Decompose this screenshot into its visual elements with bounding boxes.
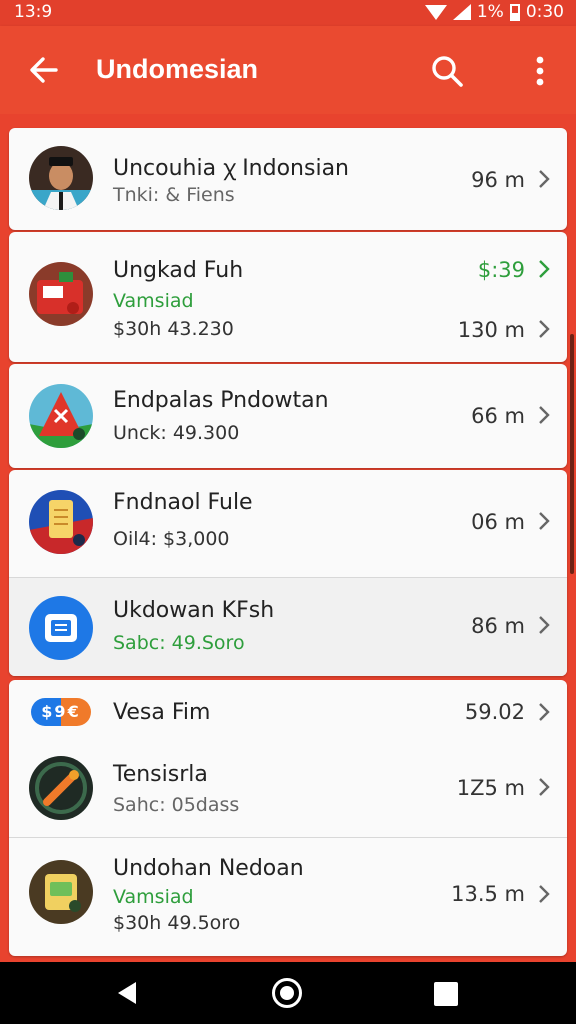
tool-icon [29,756,93,820]
item-value: 66 m [471,404,525,428]
app-icon [29,596,93,660]
more-vert-icon[interactable] [524,52,556,90]
app-bar: Undomesian [0,26,576,114]
chevron-right-icon [539,170,550,188]
house-icon [29,384,93,448]
wifi-icon [424,4,447,20]
item-value: 13.5 m [451,882,525,906]
item-title: Endpalas Pndowtan [113,388,329,413]
scrollbar[interactable] [570,334,574,574]
chevron-right-icon [539,406,550,424]
system-nav-bar [0,962,576,1024]
item-subtitle: Unck: 49.300 [113,422,240,444]
item-title: Vesa Fim [113,700,211,725]
item-price: $30h 43.230 [113,318,234,340]
item-value: 130 m [457,318,525,342]
item-value: 06 m [471,510,525,534]
item-title: Ukdowan KFsh [113,598,275,623]
wallet-icon [29,860,93,924]
item-list: Uncouhia ꭓ Indonsian Tnki: & Fiens 96 m … [0,114,576,962]
item-price: $30h 49.5oro [113,912,241,934]
chevron-right-icon [539,778,550,796]
chevron-right-icon [539,703,550,721]
chevron-right-icon [539,616,550,634]
item-value: 1Z5 m [456,776,525,800]
item-subtitle: Sabc: 49.Soro [113,632,245,654]
status-clock: 0:30 [525,2,564,22]
list-item[interactable]: Undohan Nedoan Vamsiad $30h 49.5oro 13.5… [9,838,567,956]
status-icons: 1% 0:30 [424,2,564,22]
list-item[interactable]: Tensisrla Sahc: 05dass 1Z5 m [9,740,567,838]
list-item[interactable]: Ungkad Fuh Vamsiad $30h 43.230 $:39 130 … [9,232,567,362]
list-item[interactable]: Endpalas Pndowtan Unck: 49.300 66 m [9,364,567,468]
list-item[interactable]: Ukdowan KFsh Sabc: 49.Soro 86 m [9,578,567,676]
chevron-right-icon [539,885,550,903]
card: Ungkad Fuh Vamsiad $30h 43.230 $:39 130 … [9,232,567,362]
list-item[interactable]: Uncouhia ꭓ Indonsian Tnki: & Fiens 96 m [9,128,567,230]
item-title: Undohan Nedoan [113,856,304,881]
item-value: 86 m [471,614,525,638]
status-time: 13:9 [14,2,53,22]
item-subtitle: Oil4: $3,000 [113,528,230,550]
status-bar: 13:9 1% 0:30 [0,0,576,26]
signal-icon [452,4,471,20]
item-subtitle: Tnki: & Fiens [113,184,235,206]
item-title: Tensisrla [113,762,208,787]
card: Uncouhia ꭓ Indonsian Tnki: & Fiens 96 m [9,128,567,230]
card: Fndnaol Fule Oil4: $3,000 06 m Ukdowan K… [9,470,567,676]
page-title: Undomesian [96,54,259,84]
item-title: Ungkad Fuh [113,258,244,283]
battery-icon [509,3,520,21]
nav-home-icon[interactable] [272,978,302,1008]
item-value: 96 m [471,168,525,192]
chevron-right-icon [539,320,550,338]
nav-back-icon[interactable] [114,980,140,1006]
nav-recents-icon[interactable] [434,982,458,1006]
item-top-value: $:39 [477,258,525,282]
mailbox-icon [29,262,93,326]
item-subtitle: Sahc: 05dass [113,794,240,816]
list-item[interactable]: $9€ Vesa Fim 59.02 [9,680,567,740]
item-title: Uncouhia ꭓ Indonsian [113,156,349,181]
item-subtitle: Vamsiad [113,290,194,312]
item-subtitle: Vamsiad [113,886,194,908]
currency-pill: $9€ [31,698,91,726]
chevron-right-icon [539,512,550,530]
back-arrow-icon[interactable] [24,50,64,90]
card: $9€ Vesa Fim 59.02 Tensisrla Sahc: 05das… [9,680,567,956]
search-icon[interactable] [428,52,466,90]
list-item[interactable]: Fndnaol Fule Oil4: $3,000 06 m [9,470,567,578]
chevron-right-icon [539,260,550,278]
card: Endpalas Pndowtan Unck: 49.300 66 m [9,364,567,468]
item-value: 59.02 [464,700,525,724]
item-title: Fndnaol Fule [113,490,253,515]
battery-percent: 1% [476,2,504,22]
profile-avatar [29,146,93,210]
document-icon [29,490,93,554]
